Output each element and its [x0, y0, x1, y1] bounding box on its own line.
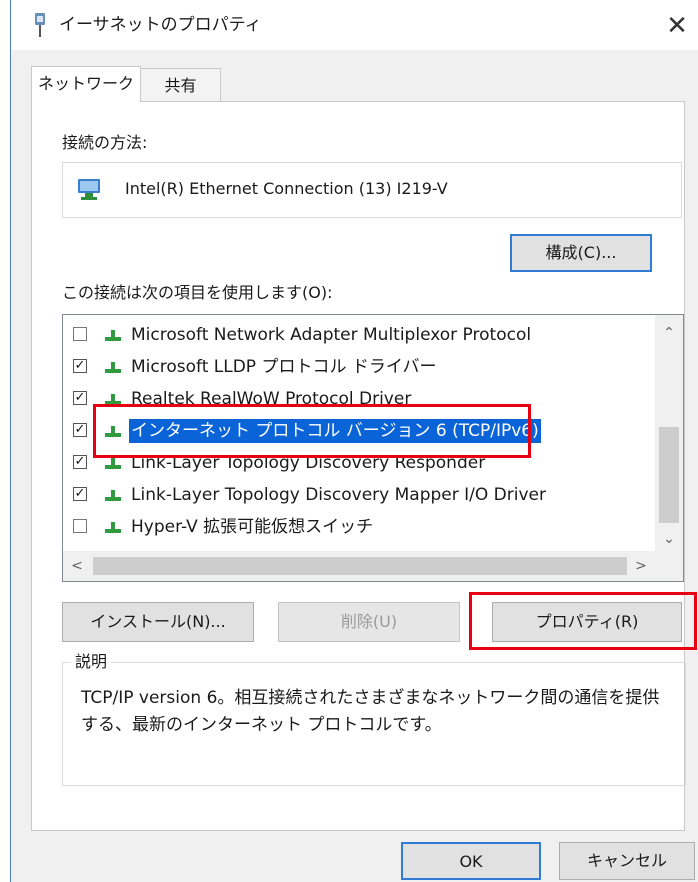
network-cable-icon: [35, 13, 45, 37]
adapter-name: Intel(R) Ethernet Connection (13) I219-V: [125, 179, 448, 198]
checkbox[interactable]: [73, 327, 87, 341]
protocol-icon: [105, 458, 121, 469]
install-button[interactable]: インストール(N)...: [62, 602, 254, 642]
list-item[interactable]: Microsoft Network Adapter Multiplexor Pr…: [63, 319, 653, 351]
list-item[interactable]: ✓ Link-Layer Topology Discovery Mapper I…: [63, 479, 653, 511]
scroll-left-icon[interactable]: <: [63, 558, 91, 574]
list-item-selected[interactable]: ✓ インターネット プロトコル バージョン 6 (TCP/IPv6): [63, 415, 653, 447]
horizontal-scroll-thumb[interactable]: [93, 557, 627, 575]
connect-using-label: 接続の方法:: [62, 133, 148, 152]
checkbox[interactable]: ✓: [73, 455, 87, 469]
protocol-icon: [105, 330, 121, 341]
close-button[interactable]: ✕: [655, 4, 698, 48]
components-list[interactable]: Microsoft Network Adapter Multiplexor Pr…: [62, 314, 684, 582]
checkbox[interactable]: ✓: [73, 359, 87, 373]
protocol-icon: [105, 362, 121, 373]
item-label: Link-Layer Topology Discovery Responder: [131, 453, 486, 473]
items-label: この接続は次の項目を使用します(O):: [62, 283, 333, 302]
scroll-up-icon[interactable]: ⌃: [655, 325, 683, 341]
properties-dialog: イーサネットのプロパティ ✕ ネットワーク 共有 接続の方法: Intel(R)…: [10, 0, 698, 882]
item-label: Link-Layer Topology Discovery Mapper I/O…: [131, 485, 546, 505]
adapter-field: Intel(R) Ethernet Connection (13) I219-V: [62, 162, 682, 218]
item-label: Realtek RealWoW Protocol Driver: [131, 389, 412, 409]
configure-button[interactable]: 構成(C)...: [510, 234, 652, 272]
scroll-right-icon[interactable]: >: [627, 558, 655, 574]
item-label: Microsoft Network Adapter Multiplexor Pr…: [131, 325, 532, 345]
protocol-icon: [105, 522, 121, 533]
horizontal-scrollbar[interactable]: < >: [63, 551, 683, 581]
checkbox[interactable]: ✓: [73, 487, 87, 501]
scroll-down-icon[interactable]: ⌄: [655, 531, 683, 547]
description-text: TCP/IP version 6。相互接続されたさまざまなネットワーク間の通信を…: [81, 688, 660, 735]
tab-sharing[interactable]: 共有: [141, 68, 221, 102]
description-group: 説明 TCP/IP version 6。相互接続されたさまざまなネットワーク間の…: [62, 651, 686, 786]
protocol-icon: [105, 426, 121, 437]
checkbox[interactable]: [73, 519, 87, 533]
vertical-scroll-thumb[interactable]: [659, 427, 679, 523]
list-item[interactable]: Hyper-V 拡張可能仮想スイッチ: [63, 511, 653, 543]
item-label: Microsoft LLDP プロトコル ドライバー: [131, 357, 437, 377]
list-item[interactable]: ✓ Link-Layer Topology Discovery Responde…: [63, 447, 653, 479]
tab-panel-network: 接続の方法: Intel(R) Ethernet Connection (13)…: [31, 101, 686, 831]
protocol-icon: [105, 394, 121, 405]
properties-button[interactable]: プロパティ(R): [492, 602, 682, 642]
ok-button[interactable]: OK: [401, 842, 541, 880]
title-bar: イーサネットのプロパティ ✕: [11, 0, 698, 50]
description-legend: 説明: [71, 651, 112, 673]
item-label: Hyper-V 拡張可能仮想スイッチ: [131, 517, 374, 537]
protocol-icon: [105, 490, 121, 501]
checkbox[interactable]: ✓: [73, 423, 87, 437]
window-title: イーサネットのプロパティ: [59, 15, 262, 35]
item-label: インターネット プロトコル バージョン 6 (TCP/IPv6): [129, 419, 541, 443]
cancel-button[interactable]: キャンセル: [559, 842, 695, 880]
uninstall-button[interactable]: 削除(U): [278, 602, 460, 642]
network-adapter-icon: [78, 179, 100, 200]
vertical-scrollbar[interactable]: ⌃ ⌄: [655, 315, 683, 553]
tab-network[interactable]: ネットワーク: [31, 66, 141, 102]
list-item[interactable]: ✓ Realtek RealWoW Protocol Driver: [63, 383, 653, 415]
list-item[interactable]: ✓ Microsoft LLDP プロトコル ドライバー: [63, 351, 653, 383]
checkbox[interactable]: ✓: [73, 391, 87, 405]
